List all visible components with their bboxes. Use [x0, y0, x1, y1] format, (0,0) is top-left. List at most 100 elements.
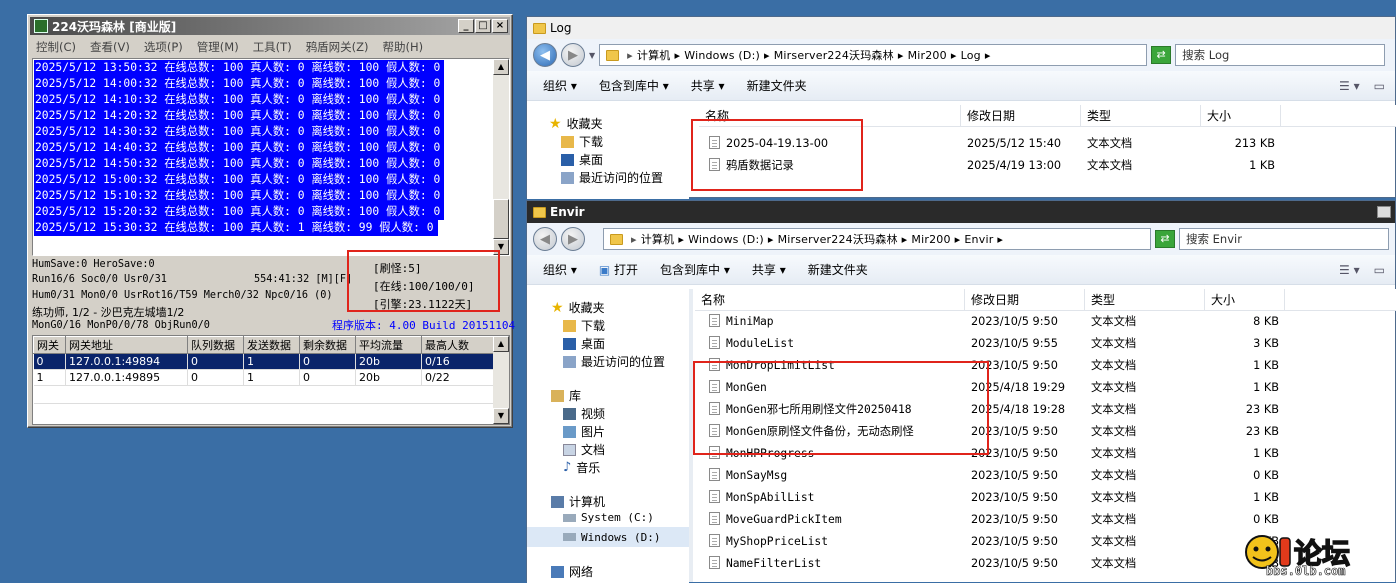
- nav-desktop[interactable]: 桌面: [563, 335, 605, 352]
- nav-computer[interactable]: 计算机: [551, 493, 605, 510]
- view-options-icon[interactable]: ☰ ▾: [1339, 79, 1360, 93]
- breadcrumb-drive[interactable]: Windows (D:): [688, 233, 764, 246]
- nav-downloads[interactable]: 下载: [563, 317, 605, 334]
- col-send-data[interactable]: 发送数据: [243, 336, 300, 354]
- scroll-down-arrow-icon[interactable]: ▼: [493, 408, 509, 424]
- menu-options[interactable]: 选项(P): [144, 39, 183, 55]
- nav-recent[interactable]: 最近访问的位置: [561, 169, 663, 186]
- menu-gateway[interactable]: 鸦盾网关(Z): [306, 39, 369, 55]
- forward-button[interactable]: ▶: [561, 43, 585, 67]
- organize-button[interactable]: 组织 ▾: [543, 261, 577, 278]
- envir-titlebar[interactable]: Envir: [527, 201, 1395, 223]
- list-item[interactable]: ModuleList 2023/10/5 9:55 文本文档 3 KB: [695, 333, 1396, 355]
- log-address-bar[interactable]: ▸ 计算机 ▸ Windows (D:) ▸ Mirserver224沃玛森林 ▸ M…: [599, 44, 1148, 66]
- menu-help[interactable]: 帮助(H): [383, 39, 424, 55]
- list-item[interactable]: MonSpAbilList 2023/10/5 9:50 文本文档 1 KB: [695, 487, 1396, 509]
- col-date[interactable]: 修改日期: [965, 289, 1085, 311]
- col-remain-data[interactable]: 剩余数据: [299, 336, 356, 354]
- col-name[interactable]: 名称: [695, 289, 965, 311]
- nav-system-drive[interactable]: System (C:): [563, 511, 654, 524]
- menu-view[interactable]: 查看(V): [90, 39, 130, 55]
- new-folder-button[interactable]: 新建文件夹: [808, 261, 868, 278]
- scroll-up-arrow-icon[interactable]: ▲: [493, 336, 509, 352]
- nav-downloads[interactable]: 下载: [561, 133, 603, 150]
- log-search-input[interactable]: 搜索 Log: [1175, 44, 1386, 66]
- breadcrumb-computer[interactable]: 计算机: [641, 231, 675, 247]
- folder-icon: [533, 22, 546, 34]
- list-item[interactable]: MonSayMsg 2023/10/5 9:50 文本文档 0 KB: [695, 465, 1396, 487]
- m2-titlebar[interactable]: 224沃玛森林 [商业版] _ □ ×: [30, 17, 510, 35]
- nav-videos[interactable]: 视频: [563, 405, 605, 422]
- nav-music[interactable]: ♪ 音乐: [563, 459, 600, 476]
- col-date[interactable]: 修改日期: [961, 105, 1081, 127]
- list-item[interactable]: MiniMap 2023/10/5 9:50 文本文档 8 KB: [695, 311, 1396, 333]
- col-gateway[interactable]: 网关: [33, 336, 66, 354]
- scroll-thumb[interactable]: [493, 199, 509, 239]
- close-button[interactable]: ×: [492, 19, 508, 33]
- list-item[interactable]: MoveGuardPickItem 2023/10/5 9:50 文本文档 0 KB: [695, 509, 1396, 531]
- organize-button[interactable]: 组织 ▾: [543, 77, 577, 94]
- table-row[interactable]: 0 127.0.0.1:49894 0 1 0 20b 0/16: [33, 353, 495, 370]
- scroll-up-arrow-icon[interactable]: ▲: [493, 59, 509, 75]
- breadcrumb-drive[interactable]: Windows (D:): [684, 49, 760, 62]
- log-listbox[interactable]: 2025/5/12 13:50:32 在线总数: 100 真人数: 0 离线数:…: [32, 58, 510, 256]
- col-type[interactable]: 类型: [1085, 289, 1205, 311]
- breadcrumb-server[interactable]: Mirserver224沃玛森林: [778, 231, 898, 247]
- col-type[interactable]: 类型: [1081, 105, 1201, 127]
- back-button[interactable]: ◀: [533, 43, 557, 67]
- include-library-button[interactable]: 包含到库中 ▾: [599, 77, 669, 94]
- new-folder-button[interactable]: 新建文件夹: [747, 77, 807, 94]
- share-button[interactable]: 共享 ▾: [752, 261, 786, 278]
- breadcrumb-computer[interactable]: 计算机: [637, 47, 671, 63]
- nav-network[interactable]: 网络: [551, 563, 593, 580]
- nav-documents[interactable]: 文档: [563, 441, 605, 458]
- col-avg-traffic[interactable]: 平均流量: [355, 336, 422, 354]
- envir-address-bar[interactable]: ▸ 计算机 ▸ Windows (D:) ▸ Mirserver224沃玛森林 ▸ M…: [603, 228, 1151, 250]
- breadcrumb-mir200[interactable]: Mir200: [908, 49, 947, 62]
- menu-manage[interactable]: 管理(M): [197, 39, 239, 55]
- col-queue-data[interactable]: 队列数据: [187, 336, 244, 354]
- envir-search-input[interactable]: 搜索 Envir: [1179, 228, 1389, 250]
- maximize-button[interactable]: □: [475, 19, 491, 33]
- nav-pictures[interactable]: 图片: [563, 423, 605, 440]
- minimize-button[interactable]: _: [458, 19, 474, 33]
- col-size[interactable]: 大小: [1205, 289, 1285, 311]
- nav-recent[interactable]: 最近访问的位置: [563, 353, 665, 370]
- log-command-bar: 组织 ▾ 包含到库中 ▾ 共享 ▾ 新建文件夹 ☰ ▾ ▭: [527, 71, 1395, 101]
- breadcrumb-mir200[interactable]: Mir200: [911, 233, 950, 246]
- refresh-icon[interactable]: ⇄: [1151, 46, 1172, 64]
- cell: 0: [299, 369, 356, 386]
- col-gateway-address[interactable]: 网关地址: [65, 336, 188, 354]
- log-scrollbar[interactable]: ▲ ▼: [493, 59, 509, 255]
- col-size[interactable]: 大小: [1201, 105, 1281, 127]
- view-options-icon[interactable]: ☰ ▾: [1339, 263, 1360, 277]
- menu-tools[interactable]: 工具(T): [253, 39, 292, 55]
- chevron-down-icon[interactable]: ▼: [589, 51, 595, 60]
- preview-pane-icon[interactable]: ▭: [1374, 263, 1385, 277]
- log-titlebar[interactable]: Log: [527, 17, 1395, 39]
- nav-favorites[interactable]: ★ 收藏夹: [551, 299, 605, 316]
- preview-pane-icon[interactable]: ▭: [1374, 79, 1385, 93]
- minimize-button[interactable]: [1377, 206, 1391, 218]
- nav-favorites[interactable]: ★ 收藏夹: [549, 115, 603, 132]
- menu-control[interactable]: 控制(C): [36, 39, 76, 55]
- file-type: 文本文档: [1091, 315, 1137, 328]
- table-row[interactable]: 1 127.0.0.1:49895 0 1 0 20b 0/22: [33, 369, 495, 386]
- forward-button[interactable]: ▶: [561, 227, 585, 251]
- back-button[interactable]: ◀: [533, 227, 557, 251]
- gateway-scrollbar[interactable]: ▲ ▼: [493, 336, 509, 424]
- nav-library[interactable]: 库: [551, 387, 581, 404]
- engine-label: [引擎:23.1122天]: [373, 298, 473, 311]
- nav-windows-drive[interactable]: Windows (D:): [527, 527, 689, 547]
- include-library-button[interactable]: 包含到库中 ▾: [660, 261, 730, 278]
- breadcrumb-server[interactable]: Mirserver224沃玛森林: [774, 47, 894, 63]
- breadcrumb-log[interactable]: Log: [961, 49, 981, 62]
- file-type: 文本文档: [1091, 491, 1137, 504]
- share-button[interactable]: 共享 ▾: [691, 77, 725, 94]
- file-type: 文本文档: [1087, 137, 1133, 150]
- open-button[interactable]: ▣ 打开: [599, 261, 638, 278]
- breadcrumb-envir[interactable]: Envir: [964, 233, 993, 246]
- refresh-icon[interactable]: ⇄: [1155, 230, 1175, 248]
- nav-desktop[interactable]: 桌面: [561, 151, 603, 168]
- col-max-users[interactable]: 最高人数: [421, 336, 495, 354]
